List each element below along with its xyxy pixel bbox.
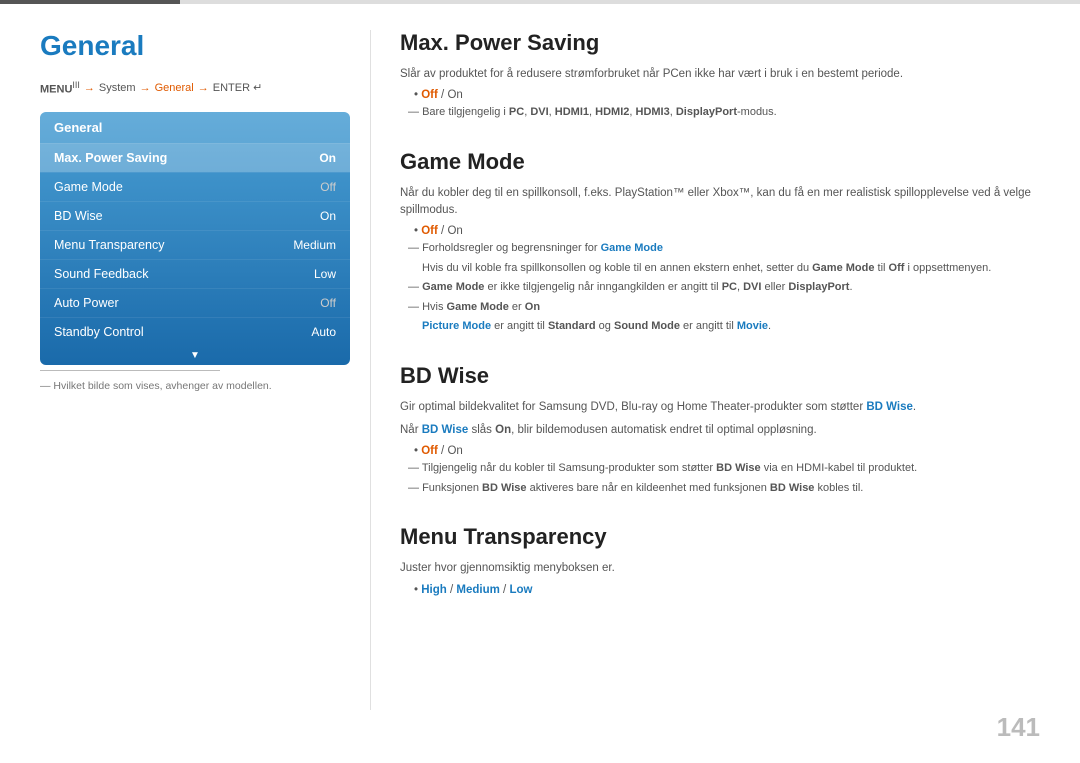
arrow-3: → [198,82,209,94]
left-panel: General MENUIII → System → General → ENT… [40,30,360,365]
section-title-max-power: Max. Power Saving [400,30,1040,56]
menu-item-value: On [320,209,336,223]
game-mode-desc: Når du kobler deg til en spillkonsoll, f… [400,185,1040,220]
right-panel: Max. Power Saving Slår av produktet for … [400,30,1040,624]
menu-item-name: Standby Control [54,325,144,339]
bd-wise-desc1: Gir optimal bildekvalitet for Samsung DV… [400,399,1040,416]
section-menu-transparency: Menu Transparency Juster hvor gjennomsik… [400,524,1040,595]
section-max-power-saving: Max. Power Saving Slår av produktet for … [400,30,1040,121]
arrow-1: → [84,82,95,94]
section-title-game-mode: Game Mode [400,149,1040,175]
section-title-menu-transparency: Menu Transparency [400,524,1040,550]
game-mode-subnote-1: Hvis du vil koble fra spillkonsollen og … [422,260,1040,277]
enter-label: ENTER ↵ [213,81,263,94]
menu-more-arrow: ▼ [40,346,350,365]
arrow-2: → [140,82,151,94]
system-label: System [99,82,136,94]
top-rule [0,0,1080,4]
menu-item-bd-wise[interactable]: BD Wise On [40,201,350,230]
page-number: 141 [997,712,1040,743]
max-power-note: Bare tilgjengelig i PC, DVI, HDMI1, HDMI… [408,104,1040,121]
menu-item-value: Off [320,180,336,194]
menu-item-name: Menu Transparency [54,238,164,252]
max-power-options: Off / On [414,89,1040,101]
menu-item-menu-transparency[interactable]: Menu Transparency Medium [40,230,350,259]
menu-item-name: Sound Feedback [54,267,149,281]
menu-item-value: Medium [293,238,336,252]
menu-box: General Max. Power Saving On Game Mode O… [40,112,350,365]
footnote: Hvilket bilde som vises, avhenger av mod… [40,380,272,392]
game-mode-note-2: Game Mode er ikke tilgjengelig når innga… [408,279,1040,296]
menu-item-game-mode[interactable]: Game Mode Off [40,172,350,201]
menu-item-value: On [319,151,336,165]
menu-transparency-desc: Juster hvor gjennomsiktig menyboksen er. [400,560,1040,577]
menu-transparency-options: High / Medium / Low [414,584,1040,596]
menu-item-name: Max. Power Saving [54,151,167,165]
menu-item-auto-power[interactable]: Auto Power Off [40,288,350,317]
bd-wise-note-1: Tilgjengelig når du kobler til Samsung-p… [408,460,1040,477]
breadcrumb: MENUIII → System → General → ENTER ↵ [40,80,360,96]
section-title-bd-wise: BD Wise [400,363,1040,389]
menu-item-max-power[interactable]: Max. Power Saving On [40,143,350,172]
game-mode-subnote-2: Picture Mode er angitt til Standard og S… [422,318,1040,335]
bd-wise-desc2: Når BD Wise slås On, blir bildemodusen a… [400,422,1040,439]
game-mode-options: Off / On [414,225,1040,237]
general-label: General [155,82,194,94]
menu-item-name: BD Wise [54,209,103,223]
page-title: General [40,30,360,62]
section-bd-wise: BD Wise Gir optimal bildekvalitet for Sa… [400,363,1040,497]
section-game-mode: Game Mode Når du kobler deg til en spill… [400,149,1040,335]
bd-wise-options: Off / On [414,445,1040,457]
menu-item-name: Game Mode [54,180,123,194]
bd-wise-note-2: Funksjonen BD Wise aktiveres bare når en… [408,480,1040,497]
menu-item-value: Auto [311,325,336,339]
vertical-divider [370,30,371,710]
menu-item-value: Off [320,296,336,310]
menu-item-name: Auto Power [54,296,119,310]
menu-item-value: Low [314,267,336,281]
left-divider [40,370,220,371]
menu-header: General [40,112,350,143]
game-mode-note-3: Hvis Game Mode er On [408,299,1040,316]
menu-item-sound-feedback[interactable]: Sound Feedback Low [40,259,350,288]
game-mode-note-1: Forholdsregler og begrensninger for Game… [408,240,1040,257]
menu-label: MENUIII [40,80,80,96]
menu-item-standby-control[interactable]: Standby Control Auto [40,317,350,346]
max-power-desc: Slår av produktet for å redusere strømfo… [400,66,1040,83]
